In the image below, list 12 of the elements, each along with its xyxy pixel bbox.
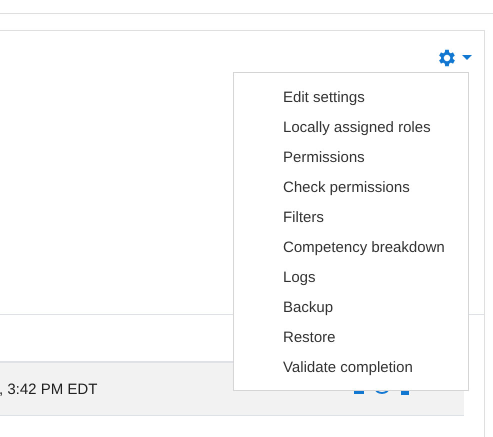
menu-item[interactable]: Restore — [234, 322, 468, 352]
menu-item[interactable]: Logs — [234, 262, 468, 292]
menu-item[interactable]: Permissions — [234, 142, 468, 172]
menu-item[interactable]: Validate completion — [234, 352, 468, 382]
menu-item[interactable]: Competency breakdown — [234, 232, 468, 262]
menu-item[interactable]: Filters — [234, 202, 468, 232]
caret-icon — [462, 55, 472, 61]
table-cell-text: , 3:42 PM EDT — [0, 380, 98, 398]
menu-item[interactable]: Edit settings — [234, 82, 468, 112]
menu-item[interactable]: Check permissions — [234, 172, 468, 202]
menu-item[interactable]: Backup — [234, 292, 468, 322]
menu-item[interactable]: Locally assigned roles — [234, 112, 468, 142]
